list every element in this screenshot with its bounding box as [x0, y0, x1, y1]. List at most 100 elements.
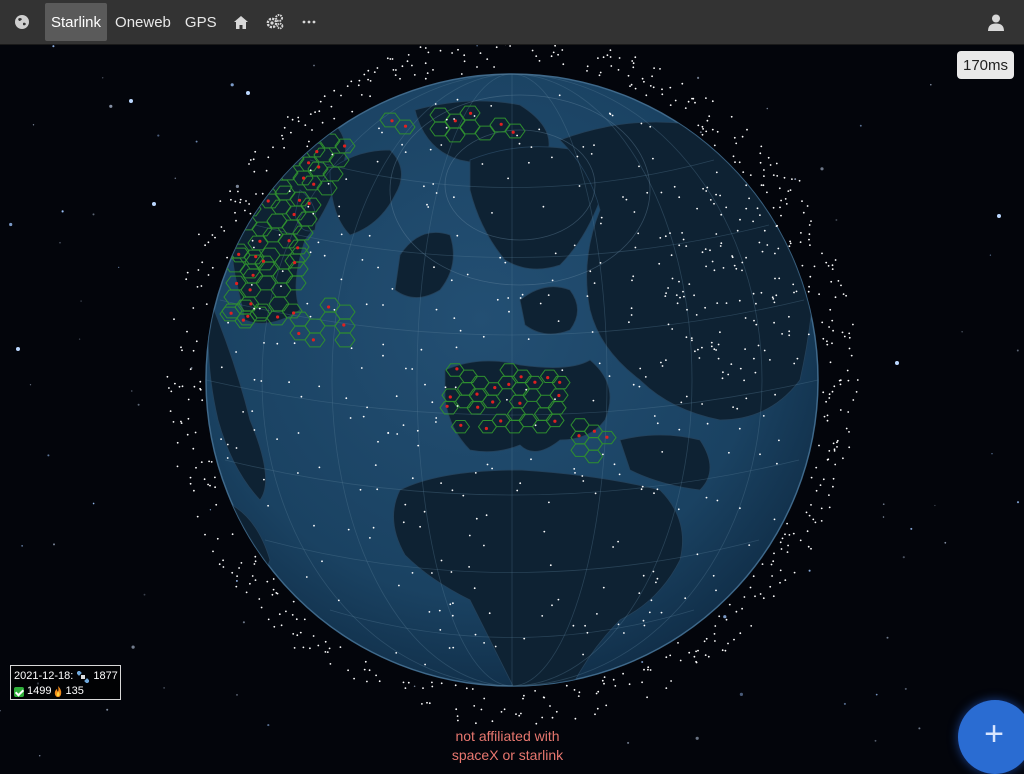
satellite [276, 438, 278, 440]
satellite [701, 403, 703, 405]
satellite [831, 320, 833, 322]
add-button[interactable]: + [958, 700, 1024, 774]
satellite [628, 75, 630, 77]
satellite [254, 379, 256, 381]
satellite [661, 451, 663, 453]
satellite [491, 468, 493, 470]
satellite [474, 115, 476, 117]
satellite [452, 615, 454, 617]
satellite [645, 94, 647, 96]
satellite [613, 679, 615, 681]
satellite [725, 650, 727, 652]
user-button[interactable] [972, 3, 1020, 41]
disclaimer-line-1: not affiliated with [420, 727, 595, 746]
satellite [669, 232, 671, 234]
settings-icon [266, 14, 284, 30]
satellite [807, 530, 809, 532]
satellite [170, 391, 172, 393]
satellite [369, 95, 371, 97]
more-button[interactable] [293, 3, 325, 41]
tab-oneweb[interactable]: Oneweb [109, 3, 177, 41]
satellite [741, 608, 743, 610]
satellite [780, 215, 782, 217]
satellite [303, 647, 305, 649]
satellite [436, 192, 438, 194]
globe-icon [14, 14, 30, 30]
satellite [678, 508, 680, 510]
satellite [197, 286, 199, 288]
satellite [252, 240, 254, 242]
satellite [440, 144, 442, 146]
tab-starlink[interactable]: Starlink [45, 3, 107, 41]
satellite [431, 686, 433, 688]
satellite [516, 135, 518, 137]
satellite [836, 441, 838, 443]
satellite [641, 488, 643, 490]
ground-station [296, 246, 299, 249]
satellite [618, 69, 620, 71]
star [118, 267, 119, 268]
tab-gps[interactable]: GPS [179, 3, 223, 41]
satellite [705, 654, 707, 656]
satellite [272, 594, 274, 596]
satellite [849, 337, 851, 339]
satellite [847, 370, 849, 372]
star [794, 178, 796, 180]
satellite [766, 244, 768, 246]
satellite [294, 647, 296, 649]
settings-button[interactable] [259, 3, 291, 41]
satellite [599, 363, 601, 365]
satellite [381, 132, 383, 134]
globe-viewport[interactable] [0, 45, 1024, 768]
satellite [688, 652, 690, 654]
satellite [715, 194, 717, 196]
ground-station [593, 430, 596, 433]
satellite [832, 391, 834, 393]
satellite [661, 93, 663, 95]
satellite [552, 280, 554, 282]
satellite [348, 529, 350, 531]
satellite [535, 55, 537, 57]
satellite [255, 560, 257, 562]
satellite [641, 123, 643, 125]
ground-station [308, 202, 311, 205]
satellite [603, 56, 605, 58]
satellite [832, 330, 834, 332]
satellite [830, 361, 832, 363]
satellite [755, 303, 757, 305]
satellite [809, 515, 811, 517]
satellite [483, 698, 485, 700]
star [860, 125, 862, 127]
satellite [782, 538, 784, 540]
satellite [201, 399, 203, 401]
satellite [679, 297, 681, 299]
globe-button[interactable] [6, 3, 38, 41]
bright-star [129, 99, 133, 103]
satellite [834, 464, 836, 466]
satellite [714, 633, 716, 635]
satellite [659, 237, 661, 239]
satellite [644, 625, 646, 627]
satellite [843, 293, 845, 295]
satellite [603, 587, 605, 589]
satellite [574, 689, 576, 691]
home-button[interactable] [225, 3, 257, 41]
satellite [543, 206, 545, 208]
satellite [810, 504, 812, 506]
satellite [519, 143, 521, 145]
check-icon [14, 687, 24, 697]
satellite [423, 185, 425, 187]
satellite [481, 709, 483, 711]
satellite [188, 399, 190, 401]
satellite [711, 342, 713, 344]
satellite [312, 213, 314, 215]
satellite [229, 190, 231, 192]
satellite [369, 669, 371, 671]
satellite [730, 363, 732, 365]
satellite [849, 348, 851, 350]
satellite [793, 533, 795, 535]
satellite [351, 347, 353, 349]
satellite [653, 86, 655, 88]
satellite [309, 647, 311, 649]
satellite [421, 703, 423, 705]
